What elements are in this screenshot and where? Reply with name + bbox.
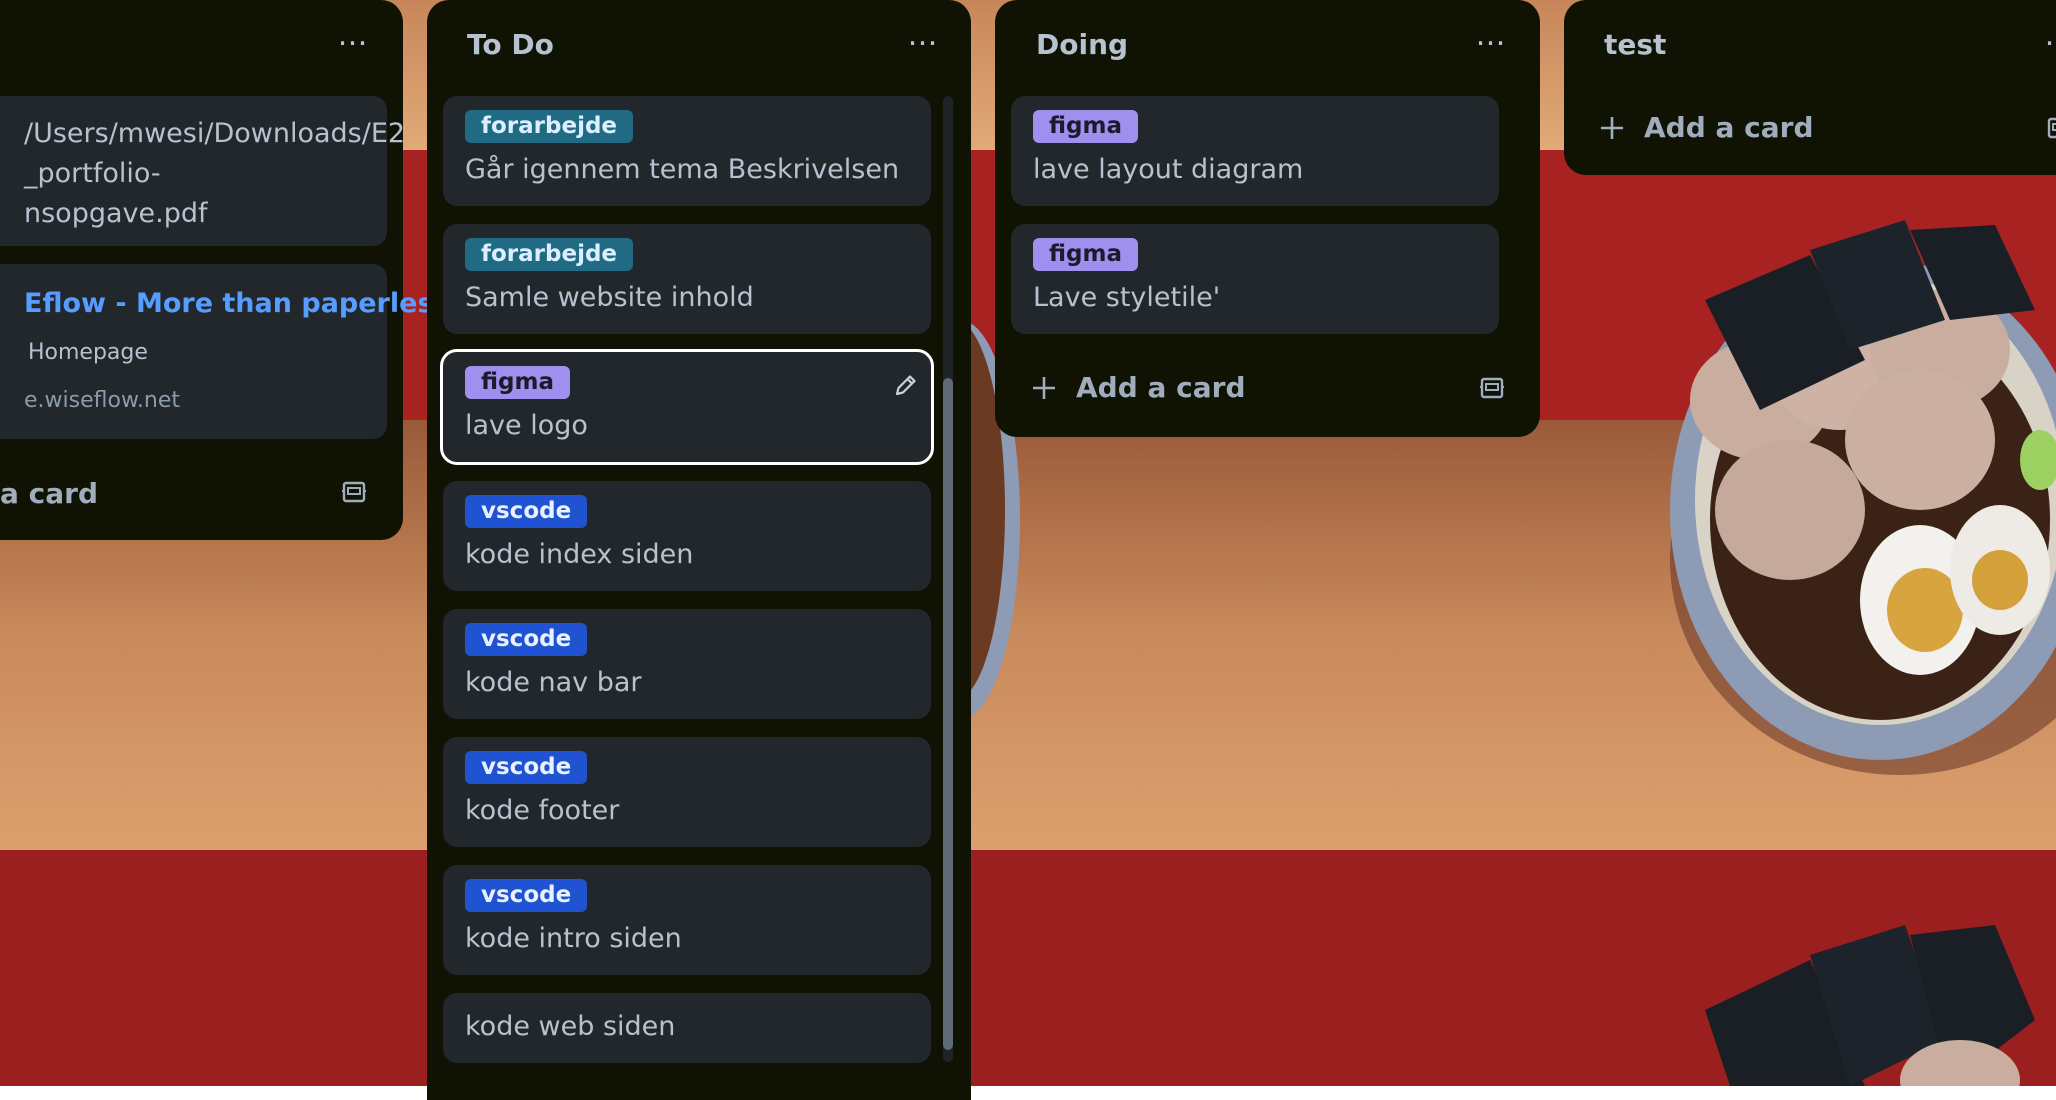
more-icon[interactable]: … xyxy=(333,21,373,60)
link-subtitle: Homepage xyxy=(28,340,148,365)
add-card-button[interactable]: a card xyxy=(0,477,98,510)
list-title[interactable]: To Do xyxy=(467,28,554,61)
card-title: lave layout diagram xyxy=(1033,154,1304,185)
link-title[interactable]: Eflow - More than paperless xyxy=(24,288,450,319)
label-badge: forarbejde xyxy=(465,238,634,271)
label-badge: vscode xyxy=(465,623,588,656)
card-title: kode footer xyxy=(465,795,620,826)
label-badge: figma xyxy=(1033,238,1138,271)
template-icon[interactable] xyxy=(2046,115,2056,141)
list-to-do: To Do … forarbejde Går igennem tema Besk… xyxy=(427,0,971,1100)
card-2[interactable]: figma Lave styletile' xyxy=(1011,224,1499,334)
plus-icon[interactable] xyxy=(1599,115,1625,141)
card-title: kode nav bar xyxy=(465,667,642,698)
more-icon[interactable]: … xyxy=(903,21,943,60)
card-1[interactable]: figma lave layout diagram xyxy=(1011,96,1499,206)
label-badge: vscode xyxy=(465,751,588,784)
template-icon[interactable] xyxy=(341,479,367,505)
card-6[interactable]: vscode kode footer xyxy=(443,737,931,847)
card-title: Lave styletile' xyxy=(1033,282,1221,313)
list-title[interactable]: Doing xyxy=(1036,28,1128,61)
link-url: e.wiseflow.net xyxy=(24,388,181,413)
scrollbar-thumb[interactable] xyxy=(943,378,953,1050)
card-attachment-pdf[interactable]: /Users/mwesi/Downloads/E2 _portfolio- ns… xyxy=(0,96,405,246)
label-badge: forarbejde xyxy=(465,110,634,143)
more-icon[interactable]: … xyxy=(1471,21,1511,60)
add-card-button[interactable]: Add a card xyxy=(1644,111,1814,144)
list-test: test … Add a card xyxy=(1564,0,2056,175)
card-4[interactable]: vscode kode index siden xyxy=(443,481,931,591)
plus-icon[interactable] xyxy=(1031,375,1057,401)
card-title: /Users/mwesi/Downloads/E2 _portfolio- ns… xyxy=(24,118,406,229)
card-7[interactable]: vscode kode intro siden xyxy=(443,865,931,975)
list-left-partial: … /Users/mwesi/Downloads/E2 _portfolio- … xyxy=(0,0,450,540)
card-8[interactable]: kode web siden xyxy=(443,993,931,1063)
card-title: lave logo xyxy=(465,410,588,441)
card-title: kode index siden xyxy=(465,539,694,570)
list-doing: Doing … figma lave layout diagram figma … xyxy=(995,0,1540,437)
card-2[interactable]: forarbejde Samle website inhold xyxy=(443,224,931,334)
card-title: Samle website inhold xyxy=(465,282,754,313)
template-icon[interactable] xyxy=(1479,375,1505,401)
card-1[interactable]: forarbejde Går igennem tema Beskrivelsen xyxy=(443,96,931,206)
card-5[interactable]: vscode kode nav bar xyxy=(443,609,931,719)
card-3[interactable]: figma lave logo xyxy=(440,349,934,465)
more-icon[interactable]: … xyxy=(2040,21,2056,60)
list-title[interactable]: test xyxy=(1604,28,1666,61)
edit-pencil-icon[interactable] xyxy=(893,372,919,398)
add-card-button[interactable]: Add a card xyxy=(1076,371,1246,404)
label-badge: vscode xyxy=(465,495,588,528)
card-title: Går igennem tema Beskrivelsen xyxy=(465,154,900,185)
card-title: kode intro siden xyxy=(465,923,682,954)
card-link-wiseflow[interactable]: Eflow - More than paperless Homepage e.w… xyxy=(0,264,450,439)
card-title: kode web siden xyxy=(465,1011,676,1042)
label-badge: figma xyxy=(465,366,570,399)
label-badge: vscode xyxy=(465,879,588,912)
label-badge: figma xyxy=(1033,110,1138,143)
